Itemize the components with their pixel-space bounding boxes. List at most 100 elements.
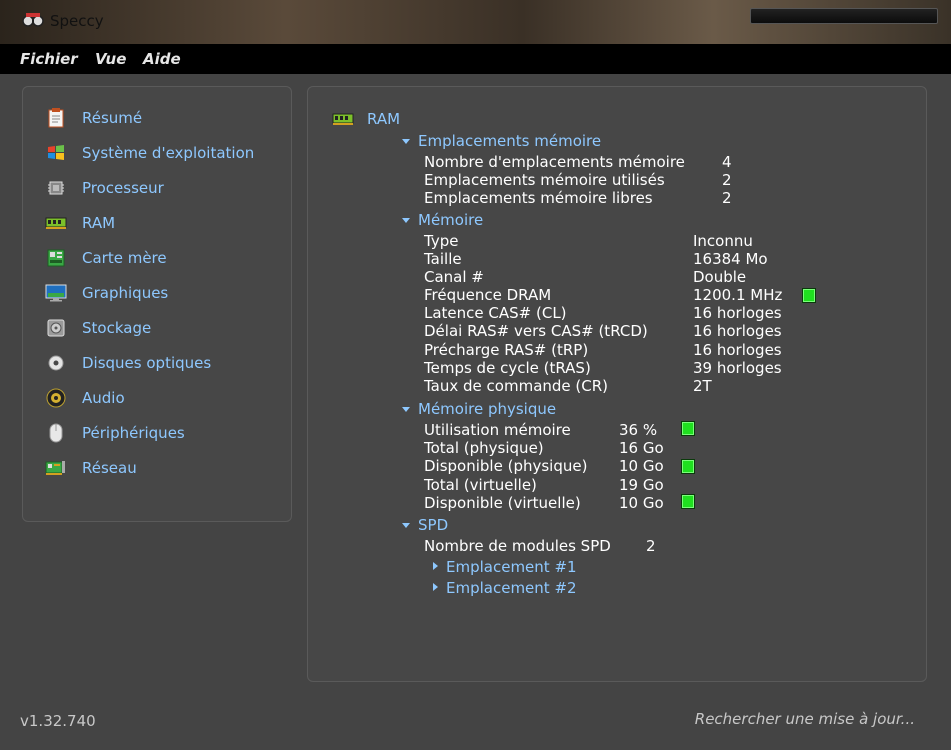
menu-help[interactable]: Aide <box>143 50 181 68</box>
check-update-link[interactable]: Rechercher une mise à jour... <box>695 710 915 728</box>
usage-indicator-icon <box>681 421 695 436</box>
row-value: 1200.1 MHz <box>693 286 783 304</box>
sidebar-item-label: Disques optiques <box>82 354 212 372</box>
optical-disc-icon <box>45 352 67 374</box>
group-header-slots[interactable]: Emplacements mémoire <box>418 132 601 150</box>
row-label: Fréquence DRAM <box>424 286 552 304</box>
row-label: Type <box>424 232 459 250</box>
sidebar-item-peripherals[interactable]: Périphériques <box>45 420 185 446</box>
row-label: Canal # <box>424 268 484 286</box>
row-value: Inconnu <box>693 232 753 250</box>
title-bar: Speccy <box>0 0 951 44</box>
ram-details-panel: RAM Emplacements mémoire Nombre d'emplac… <box>307 86 927 682</box>
row-value: 10 Go <box>619 494 664 512</box>
menu-file[interactable]: Fichier <box>20 50 78 68</box>
row-value: 2 <box>646 537 656 555</box>
mouse-icon <box>45 422 67 444</box>
row-label: Total (virtuelle) <box>424 476 537 494</box>
row-label: Utilisation mémoire <box>424 421 571 439</box>
ram-icon <box>45 212 67 234</box>
sidebar: Résumé Système d'exploitation Processeur… <box>22 86 292 522</box>
sidebar-item-graphics[interactable]: Graphiques <box>45 280 168 306</box>
row-value: 4 <box>722 153 732 171</box>
speaker-icon <box>45 387 67 409</box>
sidebar-item-label: Audio <box>82 389 125 407</box>
row-value: 2 <box>722 171 732 189</box>
network-icon <box>45 457 67 479</box>
ram-icon <box>332 113 354 125</box>
collapse-arrow-icon[interactable] <box>402 218 410 223</box>
section-title: RAM <box>367 110 401 128</box>
row-value: 2T <box>693 377 712 395</box>
sidebar-item-label: Périphériques <box>82 424 185 442</box>
row-label: Total (physique) <box>424 439 544 457</box>
row-label: Délai RAS# vers CAS# (tRCD) <box>424 322 648 340</box>
row-label: Taux de commande (CR) <box>424 377 609 395</box>
sidebar-item-label: Stockage <box>82 319 152 337</box>
summary-icon <box>45 107 67 129</box>
sidebar-item-label: Processeur <box>82 179 164 197</box>
row-label: Disponible (physique) <box>424 457 588 475</box>
spd-slot-2[interactable]: Emplacement #2 <box>446 579 577 597</box>
sidebar-item-label: Graphiques <box>82 284 169 302</box>
row-value: 39 horloges <box>693 359 782 377</box>
row-label: Nombre de modules SPD <box>424 537 611 555</box>
cpu-icon <box>45 177 67 199</box>
row-label: Emplacements mémoire utilisés <box>424 171 665 189</box>
sidebar-item-label: Réseau <box>82 459 137 477</box>
row-label: Emplacements mémoire libres <box>424 189 653 207</box>
sidebar-item-label: Résumé <box>82 109 143 127</box>
sidebar-item-summary[interactable]: Résumé <box>45 105 142 131</box>
sidebar-item-audio[interactable]: Audio <box>45 385 125 411</box>
row-label: Latence CAS# (CL) <box>424 304 567 322</box>
row-value: 10 Go <box>619 457 664 475</box>
row-value: 2 <box>722 189 732 207</box>
sidebar-item-ram[interactable]: RAM <box>45 210 115 236</box>
group-header-physical[interactable]: Mémoire physique <box>418 400 556 418</box>
sidebar-item-label: Système d'exploitation <box>82 144 255 162</box>
sidebar-item-cpu[interactable]: Processeur <box>45 175 164 201</box>
sidebar-item-network[interactable]: Réseau <box>45 455 137 481</box>
row-value: 36 % <box>619 421 658 439</box>
sidebar-item-os[interactable]: Système d'exploitation <box>45 140 254 166</box>
status-indicator-icon <box>802 288 816 303</box>
row-label: Nombre d'emplacements mémoire <box>424 153 685 171</box>
row-label: Précharge RAS# (tRP) <box>424 341 589 359</box>
window-title: Speccy <box>50 12 104 30</box>
row-value: 19 Go <box>619 476 664 494</box>
usage-indicator-icon <box>681 459 695 474</box>
collapse-arrow-icon[interactable] <box>402 407 410 412</box>
collapse-arrow-icon[interactable] <box>402 139 410 144</box>
row-label: Temps de cycle (tRAS) <box>424 359 591 377</box>
usage-indicator-icon <box>681 494 695 509</box>
row-value: 16 horloges <box>693 341 782 359</box>
version-label: v1.32.740 <box>20 712 96 730</box>
spd-slot-1[interactable]: Emplacement #1 <box>446 558 577 576</box>
window-controls[interactable] <box>750 8 938 24</box>
row-label: Taille <box>424 250 462 268</box>
speccy-window: Speccy Fichier Vue Aide Résumé Système d… <box>0 0 951 750</box>
motherboard-icon <box>45 247 67 269</box>
sidebar-item-storage[interactable]: Stockage <box>45 315 151 341</box>
hdd-icon <box>45 317 67 339</box>
menu-bar: Fichier Vue Aide <box>0 44 951 74</box>
windows-icon <box>45 142 67 164</box>
monitor-icon <box>45 282 67 304</box>
group-header-spd[interactable]: SPD <box>418 516 448 534</box>
expand-arrow-icon[interactable] <box>433 562 438 570</box>
row-value: 16 horloges <box>693 322 782 340</box>
sidebar-item-label: Carte mère <box>82 249 167 267</box>
sidebar-item-motherboard[interactable]: Carte mère <box>45 245 167 271</box>
row-label: Disponible (virtuelle) <box>424 494 581 512</box>
menu-view[interactable]: Vue <box>95 50 126 68</box>
speccy-app-icon <box>22 13 44 27</box>
status-bar: v1.32.740 Rechercher une mise à jour... <box>0 700 951 750</box>
collapse-arrow-icon[interactable] <box>402 523 410 528</box>
row-value: 16 Go <box>619 439 664 457</box>
row-value: 16384 Mo <box>693 250 768 268</box>
group-header-memory[interactable]: Mémoire <box>418 211 483 229</box>
sidebar-item-optical[interactable]: Disques optiques <box>45 350 211 376</box>
expand-arrow-icon[interactable] <box>433 583 438 591</box>
row-value: 16 horloges <box>693 304 782 322</box>
sidebar-item-label: RAM <box>82 214 116 232</box>
